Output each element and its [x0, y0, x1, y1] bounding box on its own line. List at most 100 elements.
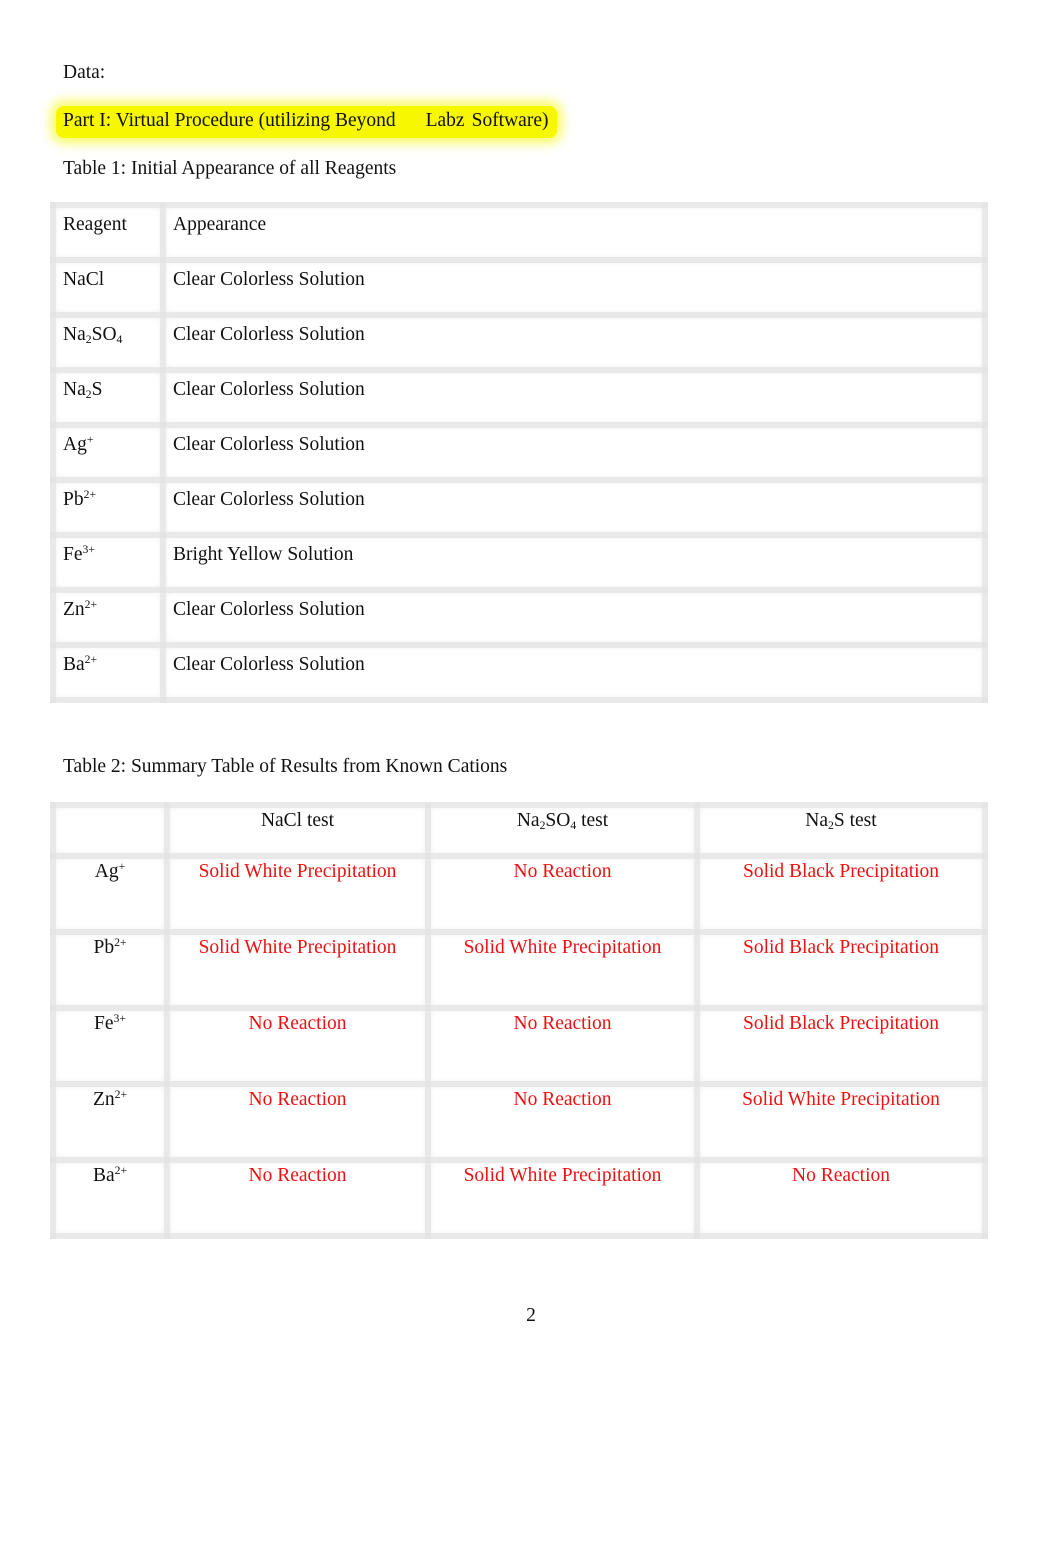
result-cell: No Reaction — [694, 1157, 988, 1239]
reagent-cell: Na2S — [50, 367, 166, 428]
appearance-text: Clear Colorless Solution — [173, 324, 365, 345]
cation-label: Ba2+ — [56, 1165, 164, 1187]
header-cell-empty — [50, 802, 170, 859]
appearance-text: Clear Colorless Solution — [173, 599, 365, 620]
formula-text: S — [91, 379, 103, 400]
charge-superscript: 2+ — [84, 652, 98, 666]
cation-symbol: Pb — [93, 937, 115, 958]
formula-text: Ba — [63, 654, 85, 675]
charge-superscript: 2+ — [84, 597, 98, 611]
reagent-cell: Pb2+ — [50, 477, 166, 538]
reagent-cell: Ag+ — [50, 422, 166, 483]
formula-text: Ag — [63, 434, 87, 455]
cation-symbol: Zn — [92, 1089, 115, 1110]
part-heading-text-3: Software) — [471, 110, 549, 131]
formula-text: Pb — [63, 489, 84, 510]
formula-text: Na — [63, 324, 86, 345]
table-row: Ag+ Solid White Precipitation No Reaction S… — [50, 853, 988, 935]
result-text: Solid White Precipitation — [198, 937, 397, 958]
cation-results-table: NaCl test Na2SO4 test Na2S test Ag+ Solid… — [50, 802, 988, 1239]
part-heading-text-1: Part I: Virtual Procedure (utilizing Bey… — [63, 110, 396, 131]
table-row: Pb2+ Solid White Precipitation Solid White… — [50, 929, 988, 1011]
result-text: No Reaction — [513, 1089, 612, 1110]
result-cell: No Reaction — [164, 1005, 431, 1087]
result-text: Solid Black Precipitation — [742, 1013, 940, 1034]
table-row: Na2SO4 Clear Colorless Solution — [50, 312, 988, 373]
charge-superscript: + — [86, 432, 94, 446]
header-text: Na — [805, 810, 829, 831]
header-cell-reagent: Reagent — [50, 202, 166, 263]
cation-cell: Pb2+ — [50, 929, 170, 1011]
table-row: Fe3+ No Reaction No Reaction Solid Black Pr… — [50, 1005, 988, 1087]
result-cell: Solid Black Precipitation — [694, 929, 988, 1011]
header-cell-nacl: NaCl test — [164, 802, 431, 859]
result-cell: Solid White Precipitation — [164, 853, 431, 935]
cation-label: Pb2+ — [56, 937, 164, 959]
result-text: Solid Black Precipitation — [742, 937, 940, 958]
appearance-text: Clear Colorless Solution — [173, 489, 365, 510]
reagent-cell: Fe3+ — [50, 532, 166, 593]
header-text: test — [576, 810, 609, 831]
charge-superscript: + — [118, 859, 126, 873]
reagent-formula: NaCl — [63, 269, 104, 291]
result-text: Solid Black Precipitation — [742, 861, 940, 882]
result-text: No Reaction — [513, 861, 612, 882]
header-na2s-test: Na2S test — [700, 810, 982, 832]
appearance-text: Clear Colorless Solution — [173, 379, 365, 400]
result-cell: Solid White Precipitation — [425, 929, 700, 1011]
result-text: Solid White Precipitation — [463, 937, 662, 958]
reagent-formula: Ba2+ — [63, 654, 97, 676]
appearance-cell: Clear Colorless Solution — [160, 642, 988, 703]
result-text: Solid White Precipitation — [198, 861, 397, 882]
table1-caption: Table 1: Initial Appearance of all Reage… — [63, 158, 397, 179]
result-text: No Reaction — [791, 1165, 890, 1186]
table-row: Na2S Clear Colorless Solution — [50, 367, 988, 428]
result-cell: No Reaction — [164, 1081, 431, 1163]
result-cell: Solid White Precipitation — [425, 1157, 700, 1239]
appearance-cell: Clear Colorless Solution — [160, 257, 988, 318]
header-cell-na2s: Na2S test — [694, 802, 988, 859]
result-cell: Solid White Precipitation — [694, 1081, 988, 1163]
table-row: Fe3+ Bright Yellow Solution — [50, 532, 988, 593]
header-nacl-test: NaCl test — [170, 810, 425, 832]
reagent-formula: Na2SO4 — [63, 324, 122, 346]
reagent-cell: Ba2+ — [50, 642, 166, 703]
section-label: Data: — [63, 62, 106, 83]
reagent-cell: NaCl — [50, 257, 166, 318]
result-cell: No Reaction — [425, 853, 700, 935]
result-cell: No Reaction — [425, 1005, 700, 1087]
reagent-appearance-table: Reagent Appearance NaCl Clear Colorless S… — [50, 202, 988, 703]
result-text: No Reaction — [513, 1013, 612, 1034]
result-text: Solid White Precipitation — [742, 1089, 940, 1110]
formula-text: Fe — [63, 544, 83, 565]
appearance-text: Clear Colorless Solution — [173, 269, 365, 290]
subscript: 4 — [116, 332, 123, 346]
table-row: Pb2+ Clear Colorless Solution — [50, 477, 988, 538]
formula-text: Zn — [63, 599, 85, 620]
table-row: Ba2+ No Reaction Solid White Precipitation… — [50, 1157, 988, 1239]
appearance-text: Clear Colorless Solution — [173, 654, 365, 675]
table-header-row: NaCl test Na2SO4 test Na2S test — [50, 802, 988, 859]
cation-cell: Ba2+ — [50, 1157, 170, 1239]
header-text: NaCl test — [260, 810, 335, 831]
result-text: No Reaction — [248, 1165, 347, 1186]
result-text: No Reaction — [248, 1089, 347, 1110]
part-heading-text-2: Labz — [425, 110, 465, 131]
header-na2so4-test: Na2SO4 test — [431, 810, 694, 832]
table-row: NaCl Clear Colorless Solution — [50, 257, 988, 318]
table-row: Ag+ Clear Colorless Solution — [50, 422, 988, 483]
table-row: Ba2+ Clear Colorless Solution — [50, 642, 988, 703]
table-row: Zn2+ Clear Colorless Solution — [50, 587, 988, 648]
formula-text: Na — [63, 379, 86, 400]
cation-symbol: Ba — [92, 1165, 115, 1186]
charge-superscript: 2+ — [114, 1163, 128, 1177]
part-heading-highlighted: Part I: Virtual Procedure (utilizing Bey… — [56, 106, 558, 138]
cation-cell: Fe3+ — [50, 1005, 170, 1087]
charge-superscript: 2+ — [114, 1087, 128, 1101]
page-number: 2 — [526, 1305, 536, 1326]
reagent-formula: Ag+ — [63, 434, 93, 456]
formula-text: NaCl — [63, 269, 105, 290]
reagent-formula: Pb2+ — [63, 489, 96, 511]
table-header-row: Reagent Appearance — [50, 202, 988, 263]
charge-superscript: 3+ — [113, 1011, 126, 1025]
